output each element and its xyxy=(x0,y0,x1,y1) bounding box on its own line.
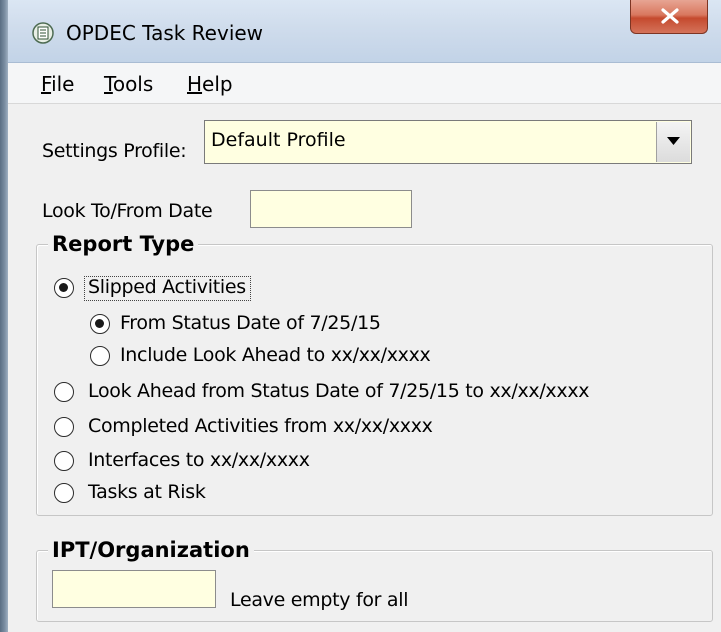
settings-profile-label: Settings Profile: xyxy=(42,140,187,162)
radio-label-from-status-date[interactable]: From Status Date of 7/25/15 xyxy=(120,312,381,334)
opdec-app-icon[interactable] xyxy=(32,22,54,44)
radio-interfaces[interactable] xyxy=(54,451,74,471)
ipt-organization-title: IPT/Organization xyxy=(48,538,254,562)
radio-label-tasks-at-risk[interactable]: Tasks at Risk xyxy=(88,481,206,503)
close-button[interactable] xyxy=(630,0,708,34)
look-date-label: Look To/From Date xyxy=(42,200,213,222)
radio-label-include-look-ahead[interactable]: Include Look Ahead to xx/xx/xxxx xyxy=(120,344,431,366)
ipt-organization-hint: Leave empty for all xyxy=(230,589,409,611)
look-date-input[interactable] xyxy=(250,190,412,228)
radio-tasks-at-risk[interactable] xyxy=(54,483,74,503)
background-edge xyxy=(0,0,8,632)
menu-bar: File Tools Help xyxy=(8,63,721,104)
title-bar[interactable]: OPDEC Task Review xyxy=(8,0,721,63)
radio-label-slipped-activities[interactable]: Slipped Activities xyxy=(88,276,246,298)
menu-tools[interactable]: Tools xyxy=(104,72,153,96)
main-window: OPDEC Task Review File Tools Help Settin… xyxy=(8,0,721,632)
radio-label-look-ahead-from-status[interactable]: Look Ahead from Status Date of 7/25/15 t… xyxy=(88,380,590,402)
close-icon xyxy=(661,8,679,24)
settings-profile-select[interactable]: Default Profile xyxy=(204,120,692,164)
ipt-organization-input[interactable] xyxy=(52,570,216,608)
menu-file[interactable]: File xyxy=(41,72,74,96)
report-type-title: Report Type xyxy=(48,232,199,256)
radio-label-completed-activities[interactable]: Completed Activities from xx/xx/xxxx xyxy=(88,415,433,437)
radio-look-ahead-from-status[interactable] xyxy=(54,382,74,402)
chevron-down-icon xyxy=(667,137,680,145)
radio-slipped-activities[interactable] xyxy=(54,278,74,298)
radio-include-look-ahead[interactable] xyxy=(90,346,110,366)
radio-completed-activities[interactable] xyxy=(54,417,74,437)
radio-label-interfaces[interactable]: Interfaces to xx/xx/xxxx xyxy=(88,449,310,471)
window-title: OPDEC Task Review xyxy=(66,21,264,45)
radio-from-status-date[interactable] xyxy=(90,314,110,334)
settings-profile-dropdown-button[interactable] xyxy=(656,122,690,162)
settings-profile-value: Default Profile xyxy=(211,129,346,151)
menu-help[interactable]: Help xyxy=(187,72,233,96)
